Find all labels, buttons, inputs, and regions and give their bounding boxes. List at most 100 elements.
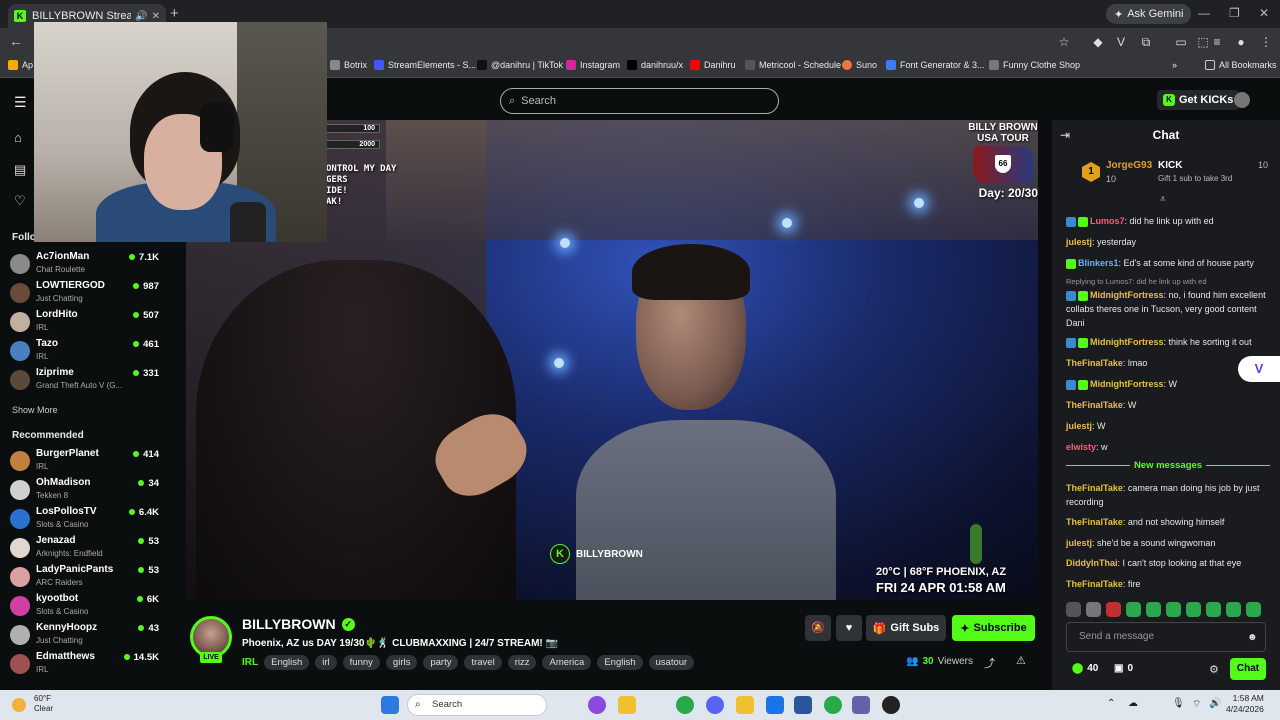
- bookmark-funnyclothe[interactable]: Funny Clothe Shop: [989, 60, 1080, 70]
- emoji-picker-icon[interactable]: ☻: [1247, 632, 1258, 643]
- secondary-points[interactable]: ▣ 0: [1114, 663, 1133, 674]
- gift-subs-button[interactable]: 🎁 Gift Subs: [866, 615, 946, 641]
- obs-icon[interactable]: [882, 696, 900, 714]
- sidebar-channel[interactable]: Iziprime Grand Theft Auto V (G... 331: [10, 367, 162, 395]
- emote-icon[interactable]: [1146, 602, 1161, 617]
- get-kicks-button[interactable]: K Get KICKs: [1157, 90, 1240, 110]
- tag[interactable]: irl: [315, 655, 337, 670]
- channel-name[interactable]: BILLYBROWN ✓: [242, 616, 355, 632]
- sidebar-channel[interactable]: LOWTIERGOD Just Chatting 987: [10, 280, 162, 308]
- word-icon[interactable]: [794, 696, 812, 714]
- sidebar-channel[interactable]: KennyHoopz Just Chatting 43: [10, 622, 162, 650]
- gift-prompt[interactable]: Gift 1 sub to take 3rd: [1158, 174, 1232, 183]
- close-window-icon[interactable]: ✕: [1259, 6, 1269, 20]
- emote-icon[interactable]: [1166, 602, 1181, 617]
- tag[interactable]: travel: [464, 655, 502, 670]
- teams-icon[interactable]: [852, 696, 870, 714]
- outlook-icon[interactable]: [766, 696, 784, 714]
- tag[interactable]: usatour: [648, 655, 695, 670]
- sidebar-channel[interactable]: Tazo IRL 461: [10, 338, 162, 366]
- maximize-icon[interactable]: ❐: [1229, 6, 1240, 20]
- taskbar-clock[interactable]: 1:58 AM 4/24/2026: [1226, 693, 1264, 715]
- tag[interactable]: rizz: [507, 655, 537, 670]
- browse-icon[interactable]: ▤: [14, 162, 26, 178]
- speaker-icon[interactable]: 🔊: [135, 11, 147, 22]
- expand-leaderboard-icon[interactable]: ⩡: [1160, 194, 1166, 205]
- gear-icon[interactable]: ⚙: [1209, 663, 1219, 676]
- discord-icon[interactable]: [706, 696, 724, 714]
- sidebar-channel[interactable]: LadyPanicPants ARC Raiders 53: [10, 564, 162, 592]
- bookmark-streamelements[interactable]: StreamElements - S...: [374, 60, 476, 70]
- tray-chevron-icon[interactable]: ⌃: [1107, 698, 1115, 709]
- sidebar-channel[interactable]: Edmatthews IRL 14.5K: [10, 651, 162, 679]
- hamburger-menu-icon[interactable]: ☰: [14, 94, 27, 111]
- extension-v-floating-button[interactable]: V: [1238, 356, 1280, 382]
- cast-icon[interactable]: ▭: [1174, 35, 1188, 49]
- new-messages-divider[interactable]: New messages: [1066, 460, 1270, 471]
- emote-icon[interactable]: [1126, 602, 1141, 617]
- send-chat-button[interactable]: Chat: [1230, 658, 1266, 680]
- bookmark-apps[interactable]: Ap: [8, 60, 33, 70]
- bookmark-youtube[interactable]: Danihru: [690, 60, 736, 70]
- new-tab-button[interactable]: +: [170, 5, 179, 22]
- minimize-icon[interactable]: —: [1198, 6, 1210, 20]
- tag[interactable]: funny: [342, 655, 380, 670]
- profile-icon[interactable]: ●: [1234, 35, 1248, 49]
- weather-widget[interactable]: 60°F Clear: [34, 694, 53, 714]
- notification-bell-button[interactable]: 🔕: [805, 615, 831, 641]
- emote-icon[interactable]: [1086, 602, 1101, 617]
- extension-v-icon[interactable]: V: [1114, 35, 1128, 49]
- notes-icon[interactable]: [736, 696, 754, 714]
- mic-tray-icon[interactable]: 🎙: [1172, 698, 1185, 709]
- bookmark-tiktok[interactable]: @danihru | TikTok: [477, 60, 563, 70]
- bookmark-suno[interactable]: Suno: [842, 60, 877, 70]
- chrome-icon[interactable]: [676, 696, 694, 714]
- bookmark-instagram[interactable]: Instagram: [566, 60, 620, 70]
- extension-icon[interactable]: ◆: [1091, 35, 1105, 49]
- emote-icon[interactable]: [1246, 602, 1261, 617]
- reading-list-icon[interactable]: ≡: [1210, 35, 1224, 49]
- tag[interactable]: English: [264, 655, 310, 670]
- volume-icon[interactable]: 🔊: [1209, 698, 1221, 709]
- ask-gemini-button[interactable]: ✦ Ask Gemini: [1106, 4, 1192, 24]
- chrome-alt-icon[interactable]: [824, 696, 842, 714]
- emote-icon[interactable]: [1226, 602, 1241, 617]
- emote-icon[interactable]: [1206, 602, 1221, 617]
- follow-button[interactable]: ♥: [836, 615, 862, 641]
- tag[interactable]: girls: [385, 655, 418, 670]
- subscribe-button[interactable]: ✦ Subscribe: [952, 615, 1035, 641]
- taskbar-search[interactable]: Search: [407, 694, 547, 716]
- star-icon[interactable]: ☆: [1057, 35, 1071, 49]
- file-explorer-icon[interactable]: [618, 696, 636, 714]
- windows-start-icon[interactable]: [381, 696, 399, 714]
- sidebar-channel[interactable]: kyootbot Slots & Casino 6K: [10, 593, 162, 621]
- copilot-icon[interactable]: [588, 696, 606, 714]
- chat-input[interactable]: Send a message: [1066, 622, 1266, 652]
- sidebar-channel[interactable]: LosPollosTV Slots & Casino 6.4K: [10, 506, 162, 534]
- report-icon[interactable]: ⚠: [1016, 654, 1026, 667]
- leaderboard-user[interactable]: JorgeG93: [1106, 160, 1152, 171]
- sidebar-channel[interactable]: OhMadison Tekken 8 34: [10, 477, 162, 505]
- close-tab-icon[interactable]: ✕: [152, 11, 160, 22]
- channel-points[interactable]: ⬤ 40: [1072, 663, 1098, 674]
- bookmark-metricool[interactable]: Metricool - Schedule: [745, 60, 841, 70]
- menu-dots-icon[interactable]: ⋮: [1259, 35, 1273, 49]
- tag[interactable]: party: [423, 655, 459, 670]
- sidebar-channel[interactable]: BurgerPlanet IRL 414: [10, 448, 162, 476]
- bookmark-fontgen[interactable]: Font Generator & 3...: [886, 60, 985, 70]
- back-arrow-icon[interactable]: ←: [9, 33, 23, 49]
- following-heart-icon[interactable]: ♡: [14, 193, 26, 209]
- sidebar-channel[interactable]: Jenazad Arknights: Endfield 53: [10, 535, 162, 563]
- search-input[interactable]: ⌕ Search: [500, 88, 779, 114]
- all-bookmarks[interactable]: All Bookmarks: [1205, 60, 1277, 70]
- sidebar-channel[interactable]: Ac7ionMan Chat Roulette 7.1K: [10, 251, 162, 279]
- bookmark-botrix[interactable]: Botrix: [330, 60, 367, 70]
- user-avatar[interactable]: [1234, 92, 1250, 108]
- category-link[interactable]: IRL: [242, 657, 258, 668]
- emote-icon[interactable]: [1106, 602, 1121, 617]
- home-icon[interactable]: ⌂: [14, 130, 22, 145]
- show-more-link[interactable]: Show More: [12, 405, 58, 415]
- onedrive-icon[interactable]: ☁: [1128, 698, 1138, 709]
- bookmark-x[interactable]: danihruu/x: [627, 60, 683, 70]
- tag[interactable]: America: [542, 655, 592, 670]
